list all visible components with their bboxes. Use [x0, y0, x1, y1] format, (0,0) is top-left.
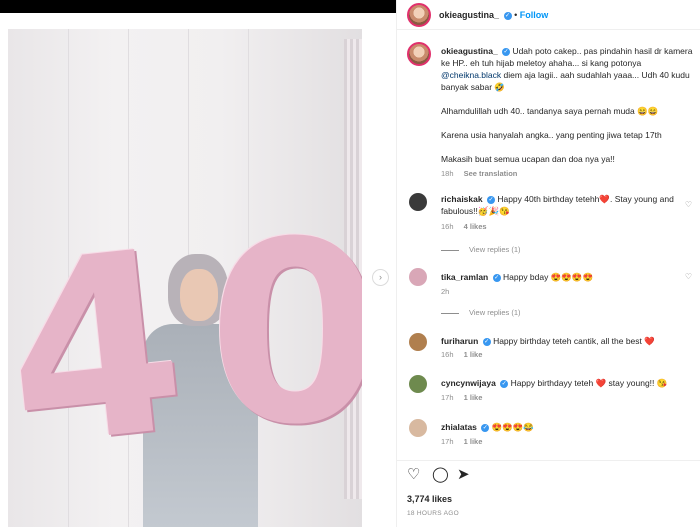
comment: zhialatas ✓ 😍😍😍😂	[441, 421, 697, 433]
verified-badge-icon: ✓	[482, 337, 491, 346]
comment-time: 2h	[441, 287, 450, 296]
comment-time: 16h	[441, 350, 454, 359]
caption-paragraph: Makasih buat semua ucapan dan doa nya ya…	[441, 154, 615, 164]
caption-avatar[interactable]	[407, 42, 431, 66]
comment-likes[interactable]: 1 like	[464, 393, 483, 402]
chevron-right-icon[interactable]: ›	[372, 269, 389, 286]
heart-icon[interactable]: ♡	[685, 200, 692, 209]
comment: tika_ramlan ✓ Happy bday 😍😍😍😍	[441, 271, 697, 283]
post-photo: 4 0	[8, 29, 362, 527]
comment-likes[interactable]: 1 like	[464, 437, 483, 446]
comment-likes[interactable]: 1 like	[464, 350, 483, 359]
avatar[interactable]	[407, 3, 431, 27]
comment-meta: 16h 1 like	[441, 350, 482, 359]
verified-badge-icon: ✓	[500, 379, 509, 388]
comment-username[interactable]: zhialatas	[441, 422, 477, 432]
avatar[interactable]	[409, 419, 427, 437]
post-media: 4 0 ›	[0, 13, 396, 527]
follow-button[interactable]: Follow	[520, 10, 549, 20]
see-translation-link[interactable]: See translation	[464, 169, 518, 178]
comment-text: Happy 40th birthday tetehh❤️. Stay young…	[497, 194, 674, 204]
username[interactable]: okieagustina_	[439, 10, 499, 20]
avatar[interactable]	[409, 375, 427, 393]
comment: cyncynwijaya ✓ Happy birthdayy teteh ❤️ …	[441, 377, 697, 389]
comment-meta: 17h 1 like	[441, 437, 482, 446]
post-timestamp: 18 HOURS AGO	[407, 510, 460, 517]
header-line: okieagustina_ ✓ • Follow	[439, 10, 548, 20]
send-icon[interactable]: ➤	[457, 465, 470, 483]
comment-likes[interactable]: 4 likes	[464, 222, 487, 231]
caption-paragraph: Karena usia hanyalah angka.. yang pentin…	[441, 130, 662, 140]
post-sidebar: okieagustina_ ✓ • Follow okieagustina_ ✓…	[396, 0, 700, 527]
comment-meta: 17h 1 like	[441, 393, 482, 402]
caption-time: 18h	[441, 169, 454, 178]
view-replies-link[interactable]: View replies (1)	[441, 245, 521, 254]
caption-line: Udah poto cakep.. pas pindahin hasil dr …	[512, 46, 693, 56]
comment-time: 17h	[441, 437, 454, 446]
top-black-bar	[0, 0, 396, 13]
comment-meta: 16h 4 likes	[441, 222, 487, 231]
comment-text: 😍😍😍😂	[491, 422, 534, 432]
comment: furiharun ✓ Happy birthday teteh cantik,…	[441, 335, 697, 347]
comment-username[interactable]: tika_ramlan	[441, 272, 488, 282]
comment-username[interactable]: cyncynwijaya	[441, 378, 496, 388]
like-count[interactable]: 3,774 likes	[407, 494, 452, 504]
verified-badge-icon: ✓	[502, 47, 511, 56]
comment-meta: 2h	[441, 287, 449, 296]
avatar[interactable]	[409, 193, 427, 211]
comment-time: 17h	[441, 393, 454, 402]
comment-icon[interactable]: ◯	[432, 465, 449, 483]
view-replies-link[interactable]: View replies (1)	[441, 308, 521, 317]
caption-meta: 18h See translation	[441, 169, 517, 178]
caption-paragraph: Alhamdulillah udh 40.. tandanya saya per…	[441, 106, 659, 116]
comment-text: Happy birthday teteh cantik, all the bes…	[493, 336, 655, 346]
comment-text: Happy bday 😍😍😍😍	[503, 272, 594, 282]
comment: richaiskak ✓ Happy 40th birthday tetehh❤…	[441, 193, 697, 217]
comment-time: 16h	[441, 222, 454, 231]
balloon-number-4: 4	[8, 195, 197, 504]
caption-line: diem aja lagii.. aah sudahlah yaaa... Ud…	[503, 70, 690, 80]
heart-icon[interactable]: ♡	[685, 272, 692, 281]
balloon-number-0: 0	[208, 188, 362, 479]
caption-line: ke HP.. eh tuh hijab meletoy ahaha... si…	[441, 58, 642, 68]
caption-line: banyak sabar 🤣	[441, 82, 505, 92]
verified-badge-icon: ✓	[492, 273, 501, 282]
post-header: okieagustina_ ✓ • Follow	[397, 0, 700, 30]
avatar[interactable]	[409, 333, 427, 351]
caption-username[interactable]: okieagustina_	[441, 46, 498, 56]
avatar[interactable]	[409, 268, 427, 286]
comment-text: fabulous!!🥳🎉😘	[441, 206, 510, 216]
caption-mention-link[interactable]: @cheikna.black	[441, 70, 501, 80]
comment-username[interactable]: richaiskak	[441, 194, 483, 204]
caption: okieagustina_ ✓ Udah poto cakep.. pas pi…	[441, 45, 697, 93]
comment-username[interactable]: furiharun	[441, 336, 478, 346]
comment-text: Happy birthdayy teteh ❤️ stay young!! 😘	[510, 378, 668, 388]
verified-badge-icon: ✓	[503, 11, 512, 20]
verified-badge-icon: ✓	[481, 423, 490, 432]
heart-icon[interactable]: ♡	[407, 465, 420, 483]
verified-badge-icon: ✓	[486, 195, 495, 204]
